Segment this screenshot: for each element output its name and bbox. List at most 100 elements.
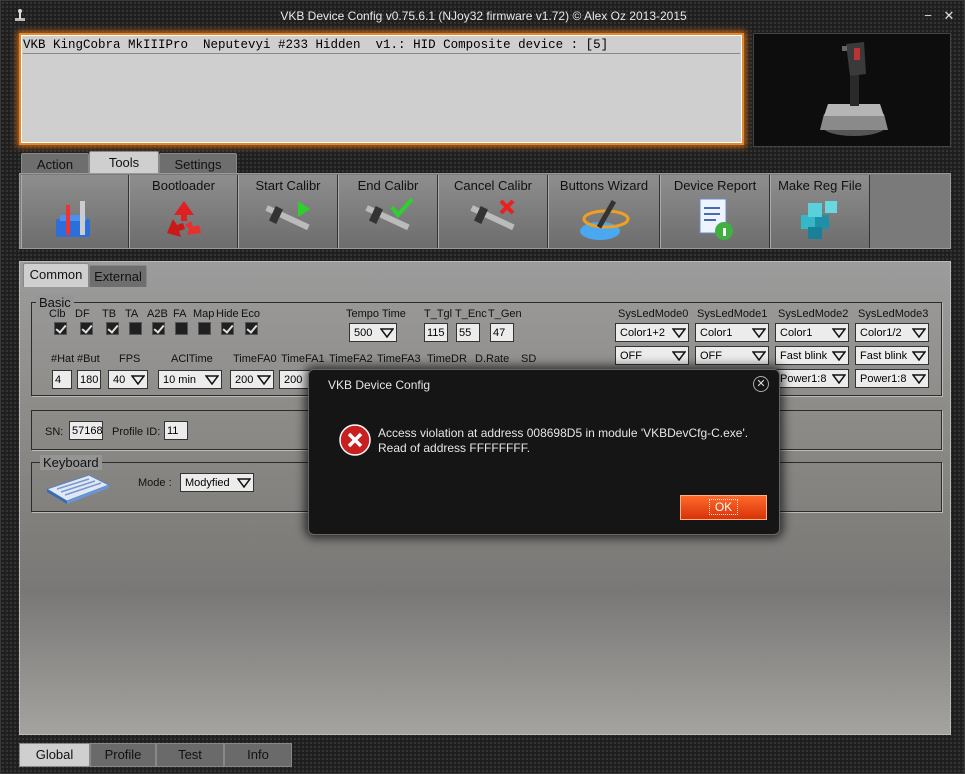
tab-info[interactable]: Info (224, 743, 292, 767)
sysled-mode1-blink-value: OFF (700, 350, 722, 362)
flag-checkbox-a2b[interactable] (152, 322, 165, 335)
start-calibr-label: Start Calibr (255, 178, 321, 193)
tab-tools[interactable]: Tools (89, 151, 159, 175)
dialog-message: Access violation at address 008698D5 in … (378, 426, 748, 456)
time-fa1-select[interactable]: 200 (279, 370, 311, 389)
chevron-down-icon (832, 328, 846, 338)
ok-button[interactable]: OK (680, 495, 767, 520)
hat-input[interactable]: 4 (52, 370, 72, 389)
keyboard-mode-label: Mode : (138, 477, 172, 489)
flag-checkbox-df[interactable] (80, 322, 93, 335)
sysled-mode1-color-select[interactable]: Color1 (695, 323, 769, 342)
flag-checkbox-hide[interactable] (221, 322, 234, 335)
tab-test[interactable]: Test (156, 743, 224, 767)
tab-common[interactable]: Common (23, 263, 89, 287)
bootloader-label: Bootloader (152, 178, 215, 193)
device-list-item[interactable]: VKB KingCobra MkIIIPro Neputevyi #233 Hi… (23, 38, 608, 52)
device-list-divider (23, 53, 740, 54)
time-fa0-label: TimeFA0 (233, 353, 277, 365)
close-button[interactable]: ✕ (941, 8, 957, 24)
tab-external[interactable]: External (89, 265, 147, 287)
end-calibr-label: End Calibr (357, 178, 419, 193)
sysled-mode3-power-select[interactable]: Power1:8 (855, 369, 929, 388)
chevron-down-icon (672, 328, 686, 338)
sysled-mode2-color-select[interactable]: Color1 (775, 323, 849, 342)
sysled-mode0-color-value: Color1+2 (620, 327, 665, 339)
device-list[interactable]: VKB KingCobra MkIIIPro Neputevyi #233 Hi… (19, 33, 744, 145)
profile-id-input[interactable]: 11 (164, 421, 188, 440)
tab-global[interactable]: Global (19, 743, 90, 767)
sysled-mode1-blink-select[interactable]: OFF (695, 346, 769, 365)
bootloader-button[interactable]: Bootloader (129, 175, 238, 248)
flag-checkbox-ta[interactable] (129, 322, 142, 335)
dialog-message-line1: Access violation at address 008698D5 in … (378, 426, 749, 440)
tab-profile[interactable]: Profile (90, 743, 156, 767)
buttons-wizard-button[interactable]: Buttons Wizard (548, 175, 660, 248)
end-calibr-button[interactable]: End Calibr (338, 175, 438, 248)
title-bar: VKB Device Config v0.75.6.1 (NJoy32 firm… (1, 1, 965, 31)
make-reg-file-label: Make Reg File (778, 178, 862, 193)
start-calibr-button[interactable]: Start Calibr (238, 175, 338, 248)
recycle-icon (166, 201, 201, 237)
sysled-mode3-blink-value: Fast blink (860, 350, 908, 362)
sysled-mode2-power-select[interactable]: Power1:8 (775, 369, 849, 388)
tab-action[interactable]: Action (21, 153, 89, 175)
keyboard-mode-value: Modyfied (185, 477, 230, 489)
sysled-mode2-blink-select[interactable]: Fast blink (775, 346, 849, 365)
sn-input[interactable]: 57168 (69, 421, 103, 440)
chevron-down-icon (832, 374, 846, 384)
t-tgl-label: T_Tgl (424, 308, 453, 320)
sysled-mode0-color-select[interactable]: Color1+2 (615, 323, 689, 342)
fps-value: 40 (113, 374, 126, 386)
caliper-play-icon (265, 201, 310, 231)
sysled-mode2-blink-value: Fast blink (780, 350, 828, 362)
flag-checkbox-map[interactable] (198, 322, 211, 335)
flag-checkbox-clb[interactable] (54, 322, 67, 335)
flag-checkbox-fa[interactable] (175, 322, 188, 335)
flag-label-tb: TB (102, 308, 117, 320)
report-info-icon (699, 198, 733, 240)
cancel-calibr-button[interactable]: Cancel Calibr (438, 175, 548, 248)
acl-time-select[interactable]: 10 min (158, 370, 222, 389)
cancel-calibr-label: Cancel Calibr (453, 178, 533, 193)
flag-label-df: DF (75, 308, 90, 320)
sysled-mode0-blink-select[interactable]: OFF (615, 346, 689, 365)
toolbox-icon (56, 201, 90, 237)
chevron-down-icon (912, 374, 926, 384)
keyboard-mode-select[interactable]: Modyfied (180, 473, 254, 492)
fps-select[interactable]: 40 (108, 370, 148, 389)
sysled-mode3-blink-select[interactable]: Fast blink (855, 346, 929, 365)
chevron-down-icon (912, 351, 926, 361)
ok-button-label: OK (708, 499, 739, 515)
time-fa0-select[interactable]: 200 (230, 370, 274, 389)
time-fa3-label: TimeFA3 (377, 353, 421, 365)
tempo-time-select[interactable]: 500 (349, 323, 397, 342)
dialog-close-button[interactable]: ✕ (753, 376, 769, 392)
minimize-button[interactable]: − (920, 8, 936, 24)
sd-label: SD (521, 353, 537, 365)
device-report-button[interactable]: Device Report (660, 175, 770, 248)
tab-settings[interactable]: Settings (159, 153, 237, 175)
sysled-mode2-power-value: Power1:8 (780, 373, 827, 385)
flag-label-fa: FA (173, 308, 187, 320)
t-gen-input[interactable]: 47 (490, 323, 514, 342)
acl-time-value: 10 min (163, 374, 197, 386)
flag-label-hide: Hide (216, 308, 239, 320)
flag-checkbox-eco[interactable] (245, 322, 258, 335)
device-preview-image (753, 33, 951, 147)
sysled-mode3-label: SysLedMode3 (858, 308, 929, 320)
sysled-mode2-label: SysLedMode2 (778, 308, 849, 320)
t-gen-label: T_Gen (488, 308, 522, 320)
hat-label: #Hat (51, 353, 75, 365)
but-input[interactable]: 180 (77, 370, 101, 389)
wizard-wand-icon (580, 200, 630, 240)
t-enc-input[interactable]: 55 (456, 323, 480, 342)
make-reg-file-button[interactable]: Make Reg File (770, 175, 870, 248)
time-fa0-value: 200 (235, 374, 254, 386)
sysled-mode3-color-select[interactable]: Color1/2 (855, 323, 929, 342)
flag-checkbox-tb[interactable] (106, 322, 119, 335)
acl-time-label: AClTime (171, 353, 213, 365)
tools-settings-button[interactable] (21, 175, 129, 248)
t-tgl-input[interactable]: 115 (424, 323, 448, 342)
device-report-label: Device Report (673, 178, 757, 193)
